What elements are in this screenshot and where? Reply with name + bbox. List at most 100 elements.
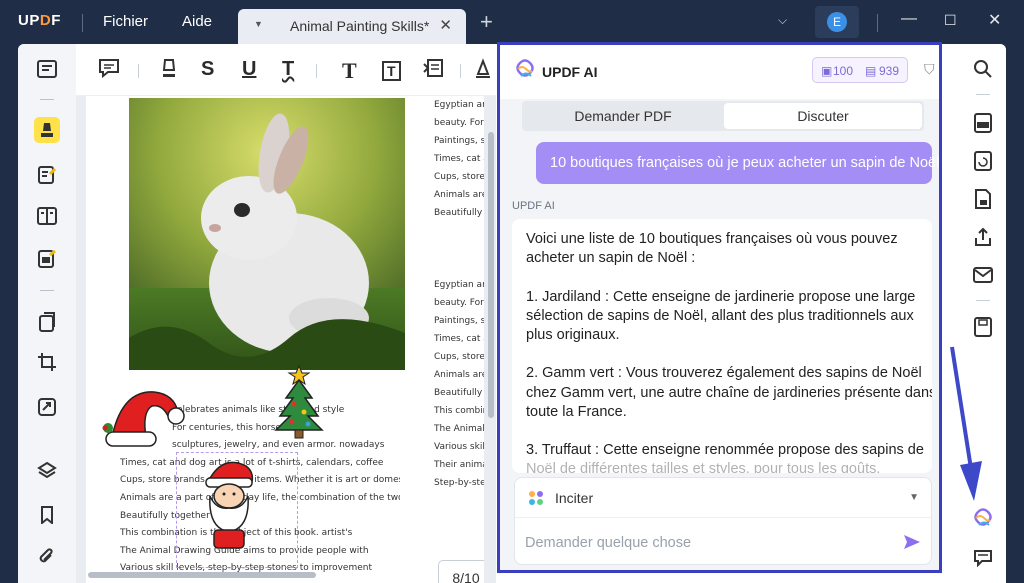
lock-document-icon — [975, 189, 991, 209]
avatar: E — [827, 12, 847, 32]
assistant-label: UPDF AI — [512, 200, 555, 212]
attachment-button[interactable] — [34, 544, 60, 570]
organize-pages-button[interactable] — [34, 309, 60, 335]
christmas-tree-sticker — [274, 364, 324, 439]
rabbit-photo — [129, 98, 405, 370]
pencil-icon — [476, 58, 490, 78]
page-view-button[interactable] — [34, 203, 60, 229]
credits-badge[interactable]: ▣ 100 ▤ 939 — [812, 57, 908, 83]
tabs-chevron-down-icon[interactable]: ⌵ — [778, 13, 787, 28]
assistant-line: Noël de différentes tailles et styles, p… — [526, 461, 881, 473]
doc-line: Beautifully to — [434, 388, 484, 398]
pencil-tool-button[interactable] — [474, 58, 492, 84]
email-button[interactable] — [972, 264, 994, 286]
minimize-button[interactable]: — — [901, 10, 917, 28]
doc-line — [434, 240, 484, 258]
account-button[interactable]: E — [815, 6, 859, 38]
chat-icon — [974, 550, 992, 567]
document-tab[interactable]: ▼ Animal Painting Skills* ✕ — [238, 9, 466, 44]
strikethrough-tool-button[interactable]: S — [201, 58, 214, 81]
bookmark-button[interactable] — [34, 502, 60, 528]
assistant-line: 1. Jardiland : Cette enseigne de jardine… — [526, 288, 916, 305]
doc-line: beauty. For c — [434, 298, 484, 308]
menu-file[interactable]: Fichier — [103, 13, 148, 30]
prompt-select[interactable]: Inciter ▼ — [515, 478, 931, 518]
new-tab-button[interactable]: + — [480, 9, 493, 35]
vertical-scrollbar[interactable] — [488, 132, 494, 418]
send-button[interactable] — [903, 534, 921, 555]
horizontal-scrollbar[interactable] — [88, 572, 316, 578]
highlight-tool-button[interactable] — [160, 58, 178, 86]
doc-line: Egyptian art c — [434, 100, 484, 110]
title-separator — [82, 14, 83, 32]
pin-icon[interactable]: ⛉ — [924, 61, 935, 78]
assistant-line: chez Gamm vert, une autre chaîne de jard… — [526, 384, 932, 401]
save-icon — [974, 317, 992, 337]
doc-line: Animals are a — [434, 370, 484, 380]
document-viewer[interactable]: Egyptian art c beauty. For c Paintings, sc… — [76, 96, 496, 583]
apps-icon — [529, 491, 543, 505]
ocr-button[interactable] — [972, 112, 994, 134]
chevron-down-icon: ▼ — [909, 492, 919, 503]
pdf-credit-icon: ▣ — [821, 64, 833, 78]
updf-ai-logo-icon — [516, 59, 534, 77]
doc-line: Paintings, sc — [434, 316, 484, 326]
crop-pages-button[interactable] — [34, 349, 60, 375]
selection-box[interactable] — [176, 452, 298, 568]
highlighter-icon — [41, 123, 53, 137]
doc-line: Times, cat ar — [434, 334, 484, 344]
assistant-line: plus originaux. — [526, 327, 620, 343]
pdf-credits: 100 — [833, 64, 854, 78]
convert-pdf-button[interactable] — [972, 150, 994, 172]
tab-ask-pdf[interactable]: Demander PDF — [524, 103, 722, 129]
columns-icon — [37, 207, 57, 225]
reader-mode-button[interactable] — [34, 56, 60, 82]
search-button[interactable] — [972, 58, 994, 80]
doc-line: The Animal D — [434, 424, 484, 434]
layers-button[interactable] — [34, 458, 60, 484]
ocr-icon — [974, 113, 992, 133]
left-toolbar — [18, 44, 76, 583]
prompt-select-label: Inciter — [555, 490, 594, 506]
edit-pdf-button[interactable] — [34, 162, 60, 188]
share-icon — [975, 227, 991, 246]
convert-button[interactable] — [34, 394, 60, 420]
underline-tool-button[interactable]: U — [242, 58, 256, 81]
updf-ai-button[interactable] — [972, 508, 994, 530]
comment-tool-button[interactable] — [98, 58, 120, 84]
page-indicator[interactable]: 8/10 — [438, 560, 484, 583]
text-tool-button[interactable]: T — [342, 58, 357, 84]
pointer-arrow — [950, 346, 982, 501]
close-window-button[interactable]: ✕ — [988, 10, 1001, 30]
toolbar-divider — [460, 64, 461, 78]
tab-close-icon[interactable]: ✕ — [439, 16, 452, 34]
doc-line: This combina — [434, 406, 484, 416]
doc-line: Various skill — [434, 442, 484, 452]
squiggly-tool-button[interactable]: T — [282, 58, 294, 81]
tab-chat[interactable]: Discuter — [724, 103, 922, 129]
share-button[interactable] — [972, 226, 994, 248]
ai-panel-title: UPDF AI — [542, 64, 598, 80]
tab-dropdown-icon[interactable]: ▼ — [254, 19, 263, 29]
menu-help[interactable]: Aide — [182, 13, 212, 30]
maximize-button[interactable]: ☐ — [944, 12, 957, 29]
pages-icon — [39, 312, 55, 332]
comment-mode-button[interactable] — [34, 117, 60, 143]
annotation-toolbar: S U T T T — [76, 44, 496, 96]
chat-input[interactable] — [525, 532, 895, 554]
textbox-tool-button[interactable]: T — [382, 61, 401, 81]
comments-panel-button[interactable] — [972, 547, 994, 569]
refresh-document-icon — [974, 151, 992, 171]
fill-sign-button[interactable] — [34, 246, 60, 272]
protect-button[interactable] — [972, 188, 994, 210]
doc-line: Cups, store b — [434, 352, 484, 362]
doc-line: Egyptian art c — [434, 280, 484, 290]
toolbar-divider — [976, 300, 990, 301]
save-button[interactable] — [972, 316, 994, 338]
marker-icon — [162, 59, 176, 77]
doc-line: Paintings, sc — [434, 136, 484, 146]
text-callout-tool-button[interactable] — [422, 58, 444, 84]
doc-line: Animals are a — [434, 190, 484, 200]
assistant-line: toute la France. — [526, 403, 627, 420]
rabbit-image — [129, 98, 405, 370]
